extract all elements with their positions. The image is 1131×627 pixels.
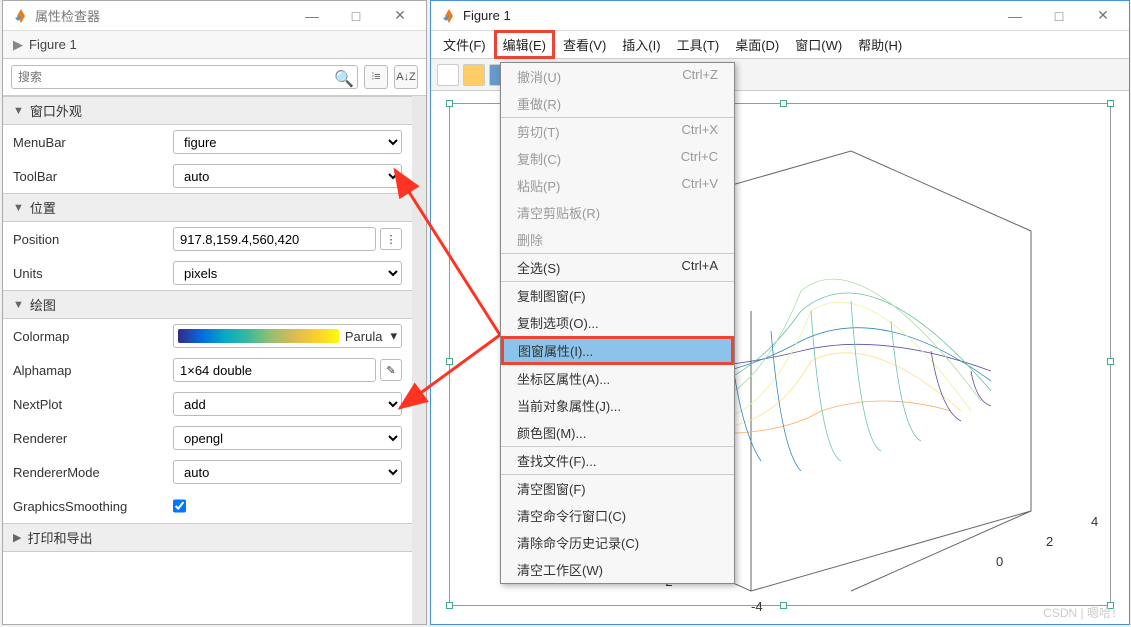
chevron-down-icon: ▾ xyxy=(390,328,397,344)
menuitem-clearcmdwin[interactable]: 清空命令行窗口(C) xyxy=(501,502,734,529)
label-position: Position xyxy=(13,232,173,247)
chevron-down-icon: ▼ xyxy=(13,299,24,311)
close-button[interactable]: ✕ xyxy=(378,1,422,31)
alphamap-input[interactable] xyxy=(173,358,376,382)
figure-title: Figure 1 xyxy=(463,8,993,23)
inspector-content: ▼窗口外观 MenuBarfigure ToolBarauto ▼位置 Posi… xyxy=(3,96,412,624)
menuitem-clearcmdhist[interactable]: 清除命令历史记录(C) xyxy=(501,529,734,556)
label-renderermode: RendererMode xyxy=(13,465,173,480)
renderermode-select[interactable]: auto xyxy=(173,460,402,484)
triangle-icon: ▶ xyxy=(13,37,23,53)
inspector-breadcrumb[interactable]: ▶ Figure 1 xyxy=(3,31,426,59)
menubar-select[interactable]: figure xyxy=(173,130,402,154)
close-button[interactable]: ✕ xyxy=(1081,1,1125,31)
label-units: Units xyxy=(13,266,173,281)
menu-edit[interactable]: 编辑(E) xyxy=(494,30,555,59)
section-appearance[interactable]: ▼窗口外观 xyxy=(3,96,412,125)
maximize-button[interactable]: □ xyxy=(1037,1,1081,31)
menu-desktop[interactable]: 桌面(D) xyxy=(727,31,787,58)
selection-handle[interactable] xyxy=(780,100,787,107)
label-renderer: Renderer xyxy=(13,431,173,446)
position-input[interactable] xyxy=(173,227,376,251)
svg-text:4: 4 xyxy=(1091,514,1098,529)
inspector-title: 属性检查器 xyxy=(35,6,290,25)
graphicssmoothing-checkbox[interactable] xyxy=(173,494,186,518)
menu-insert[interactable]: 插入(I) xyxy=(614,31,668,58)
menuitem-undo[interactable]: 撤消(U)Ctrl+Z xyxy=(501,63,734,90)
svg-text:-4: -4 xyxy=(751,599,763,611)
selection-handle[interactable] xyxy=(446,100,453,107)
renderer-select[interactable]: opengl xyxy=(173,426,402,450)
chevron-right-icon: ▶ xyxy=(13,531,21,544)
menuitem-colormap[interactable]: 颜色图(M)... xyxy=(501,419,734,446)
menuitem-copyfig[interactable]: 复制图窗(F) xyxy=(501,281,734,309)
menu-help[interactable]: 帮助(H) xyxy=(850,31,910,58)
search-input[interactable] xyxy=(11,65,358,89)
label-menubar: MenuBar xyxy=(13,135,173,150)
menuitem-clearws[interactable]: 清空工作区(W) xyxy=(501,556,734,583)
nextplot-select[interactable]: add xyxy=(173,392,402,416)
label-graphicssmoothing: GraphicsSmoothing xyxy=(13,499,173,514)
watermark: CSDN | 嗯哈！ xyxy=(1043,604,1123,621)
menuitem-axesprops[interactable]: 坐标区属性(A)... xyxy=(501,365,734,392)
selection-handle[interactable] xyxy=(1107,100,1114,107)
menuitem-copy[interactable]: 复制(C)Ctrl+C xyxy=(501,145,734,172)
new-figure-button[interactable] xyxy=(437,64,459,86)
edit-menu-dropdown: 撤消(U)Ctrl+Z 重做(R) 剪切(T)Ctrl+X 复制(C)Ctrl+… xyxy=(500,62,735,584)
group-toggle-button[interactable]: ⫶≡ xyxy=(364,65,388,89)
colormap-name: Parula xyxy=(345,329,383,344)
figure-titlebar: Figure 1 — □ ✕ xyxy=(431,1,1129,31)
units-select[interactable]: pixels xyxy=(173,261,402,285)
menu-window[interactable]: 窗口(W) xyxy=(787,31,850,58)
toolbar-select[interactable]: auto xyxy=(173,164,402,188)
menuitem-clearclip[interactable]: 清空剪贴板(R) xyxy=(501,199,734,226)
menuitem-cut[interactable]: 剪切(T)Ctrl+X xyxy=(501,117,734,145)
position-more-button[interactable]: ⋮ xyxy=(380,228,402,250)
minimize-button[interactable]: — xyxy=(993,1,1037,31)
edit-button[interactable]: ✎ xyxy=(380,359,402,381)
matlab-icon xyxy=(441,8,457,24)
menuitem-clearfig[interactable]: 清空图窗(F) xyxy=(501,474,734,502)
maximize-button[interactable]: □ xyxy=(334,1,378,31)
menu-file[interactable]: 文件(F) xyxy=(435,31,494,58)
selection-handle[interactable] xyxy=(446,358,453,365)
search-icon: 🔍 xyxy=(334,69,354,89)
menuitem-delete[interactable]: 删除 xyxy=(501,226,734,253)
svg-text:2: 2 xyxy=(1046,534,1053,549)
menuitem-paste[interactable]: 粘贴(P)Ctrl+V xyxy=(501,172,734,199)
label-toolbar: ToolBar xyxy=(13,169,173,184)
inspector-titlebar: 属性检查器 — □ ✕ xyxy=(3,1,426,31)
breadcrumb-label: Figure 1 xyxy=(29,37,77,52)
menu-tools[interactable]: 工具(T) xyxy=(669,31,728,58)
menuitem-curobjprops[interactable]: 当前对象属性(J)... xyxy=(501,392,734,419)
property-inspector-window: 属性检查器 — □ ✕ ▶ Figure 1 🔍 ⫶≡ A↓Z ▼窗口外观 Me… xyxy=(2,0,427,625)
matlab-icon xyxy=(13,8,29,24)
menuitem-selectall[interactable]: 全选(S)Ctrl+A xyxy=(501,253,734,281)
svg-text:0: 0 xyxy=(996,554,1003,569)
figure-menubar: 文件(F) 编辑(E) 查看(V) 插入(I) 工具(T) 桌面(D) 窗口(W… xyxy=(431,31,1129,59)
inspector-scrollbar[interactable] xyxy=(412,96,426,624)
section-print[interactable]: ▶打印和导出 xyxy=(3,523,412,552)
label-nextplot: NextPlot xyxy=(13,397,173,412)
open-button[interactable] xyxy=(463,64,485,86)
search-row: 🔍 ⫶≡ A↓Z xyxy=(3,59,426,96)
menuitem-findfiles[interactable]: 查找文件(F)... xyxy=(501,446,734,474)
menuitem-figprops[interactable]: 图窗属性(I)... xyxy=(501,336,734,365)
menu-view[interactable]: 查看(V) xyxy=(555,31,614,58)
minimize-button[interactable]: — xyxy=(290,1,334,31)
chevron-down-icon: ▼ xyxy=(13,202,24,214)
sort-button[interactable]: A↓Z xyxy=(394,65,418,89)
label-colormap: Colormap xyxy=(13,329,173,344)
menuitem-copyopts[interactable]: 复制选项(O)... xyxy=(501,309,734,336)
selection-handle[interactable] xyxy=(446,602,453,609)
section-plotting[interactable]: ▼绘图 xyxy=(3,290,412,319)
colormap-select[interactable]: Parula ▾ xyxy=(173,324,402,348)
label-alphamap: Alphamap xyxy=(13,363,173,378)
chevron-down-icon: ▼ xyxy=(13,105,24,117)
colormap-preview-bar xyxy=(178,329,339,343)
section-position[interactable]: ▼位置 xyxy=(3,193,412,222)
menuitem-redo[interactable]: 重做(R) xyxy=(501,90,734,117)
